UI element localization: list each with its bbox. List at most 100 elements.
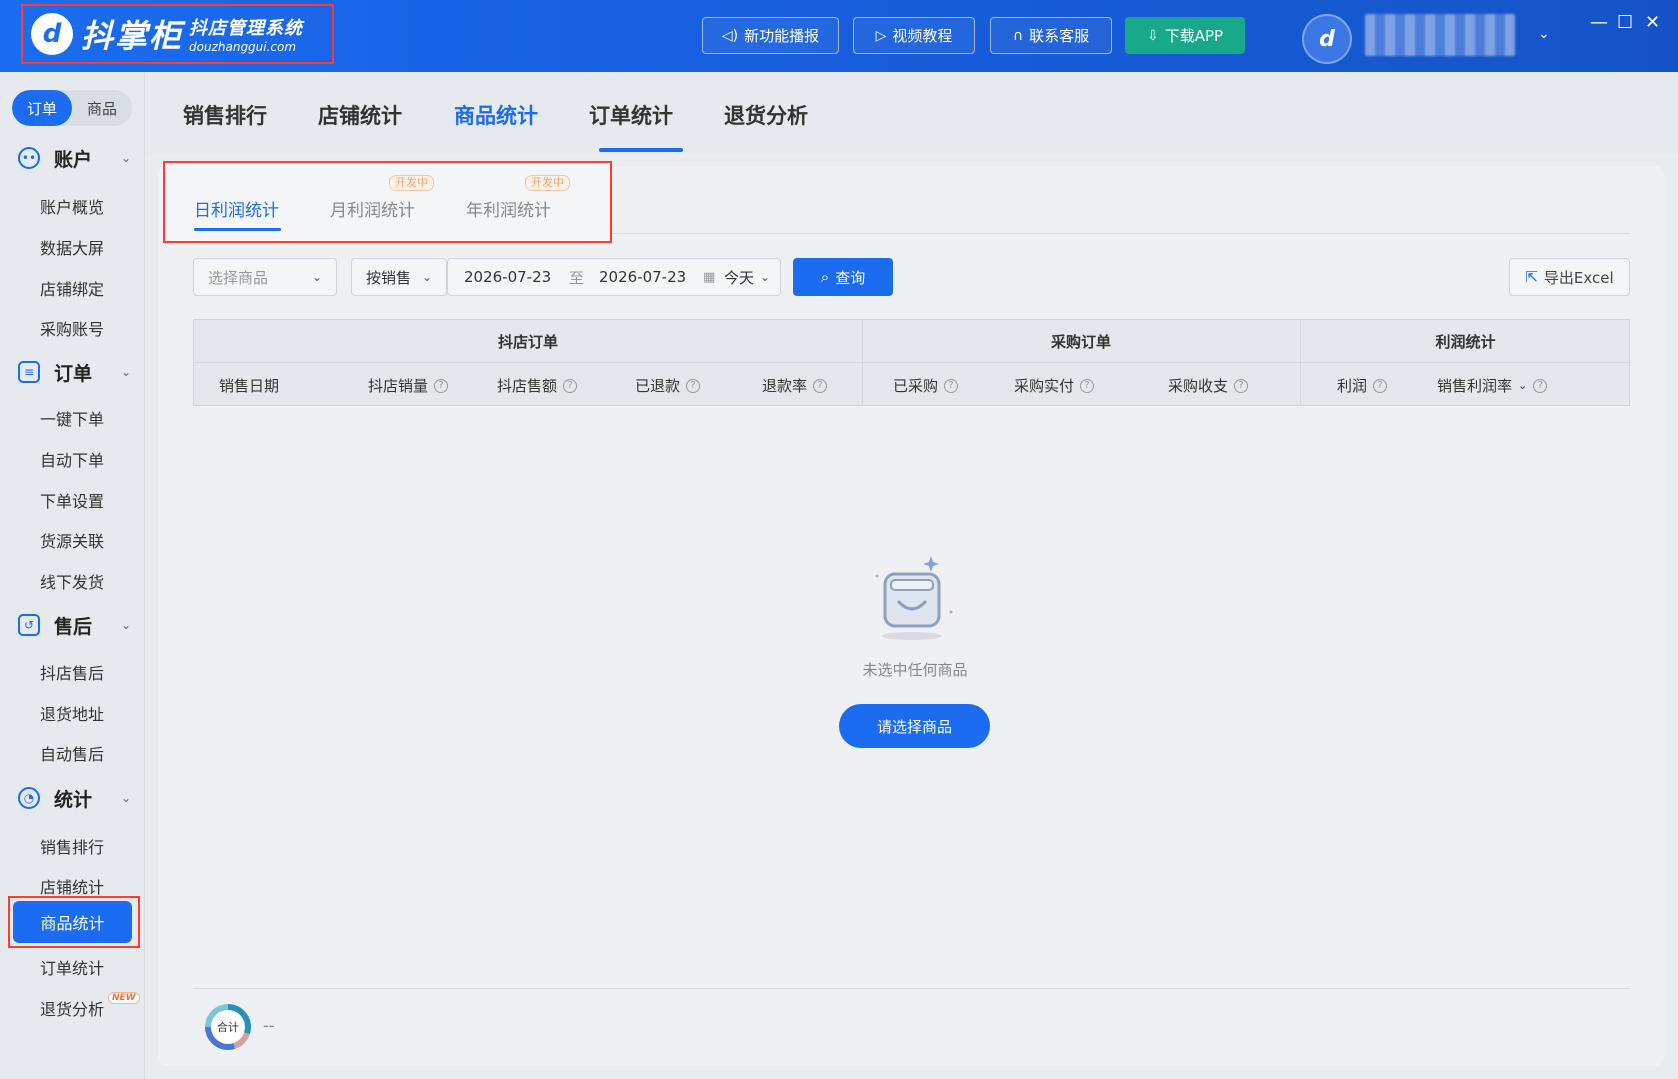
help-icon[interactable]: ? (1373, 378, 1388, 393)
logo-name: 抖掌柜 (81, 17, 184, 55)
mode-product-tab[interactable]: 商品 (72, 90, 132, 126)
minimize-icon[interactable]: — (1590, 12, 1608, 33)
sidebar-item-purchase-account[interactable]: 采购账号 (40, 316, 104, 340)
sidebar-item-offline-ship[interactable]: 线下发货 (40, 569, 104, 593)
sidebar-item-shop-aftersale[interactable]: 抖店售后 (40, 660, 104, 684)
tab-order-stats[interactable]: 订单统计 (589, 100, 673, 130)
chevron-down-icon[interactable]: ⌄ (1538, 26, 1550, 42)
col-shop-sales-amount[interactable]: 抖店售额? (497, 375, 578, 396)
col-profit[interactable]: 利润? (1337, 375, 1388, 396)
footer-divider (193, 988, 1630, 989)
account-icon: •• (18, 147, 40, 169)
sidebar-item-return-address[interactable]: 退货地址 (40, 701, 104, 725)
search-icon: ⌕ (820, 268, 830, 286)
col-shop-sales-qty[interactable]: 抖店销量? (368, 375, 449, 396)
help-icon[interactable]: ? (944, 378, 959, 393)
sidebar-item-source-link[interactable]: 货源关联 (40, 528, 104, 552)
sidebar-item-return-analysis[interactable]: 退货分析 (40, 996, 104, 1020)
sidebar-item-auto-aftersale[interactable]: 自动售后 (40, 741, 104, 765)
sidebar-item-data-screen[interactable]: 数据大屏 (40, 235, 104, 259)
col-profit-margin[interactable]: 销售利润率 ⌄? (1437, 375, 1548, 396)
query-label: 查询 (835, 268, 866, 287)
in-development-badge: 开发中 (525, 175, 570, 191)
subtab-yearly-profit[interactable]: 年利润统计 (466, 196, 551, 221)
sidebar-group-account[interactable]: •• 账户 ⌄ (0, 143, 145, 173)
help-icon[interactable]: ? (686, 378, 701, 393)
export-excel-button[interactable]: ⇱ 导出Excel (1509, 258, 1630, 296)
close-icon[interactable]: ✕ (1645, 12, 1660, 33)
sidebar-item-product-stats[interactable]: 商品统计 (13, 901, 132, 943)
sort-icon[interactable]: ⌄ (1518, 379, 1527, 392)
sidebar-item-order-settings[interactable]: 下单设置 (40, 488, 104, 512)
tab-shop-stats[interactable]: 店铺统计 (318, 100, 402, 130)
speaker-icon: ◁) (721, 27, 739, 44)
col-refund-rate[interactable]: 退款率? (762, 375, 828, 396)
help-icon[interactable]: ? (1234, 378, 1249, 393)
sidebar-item-auto-order[interactable]: 自动下单 (40, 447, 104, 471)
contact-support-button[interactable]: ∩ 联系客服 (990, 17, 1112, 54)
product-select-placeholder: 选择商品 (208, 268, 269, 287)
help-icon[interactable]: ? (813, 378, 828, 393)
help-icon[interactable]: ? (434, 378, 449, 393)
col-purchase-paid[interactable]: 采购实付? (1014, 375, 1095, 396)
sidebar-item-order-stats[interactable]: 订单统计 (40, 955, 104, 979)
mode-order-tab[interactable]: 订单 (12, 90, 72, 126)
maximize-icon[interactable]: ☐ (1617, 12, 1633, 33)
col-label: 抖店销量 (368, 377, 429, 395)
help-icon[interactable]: ? (563, 378, 578, 393)
new-features-button[interactable]: ◁) 新功能播报 (702, 17, 839, 54)
column-divider (1300, 320, 1301, 406)
video-tutorial-label: 视频教程 (892, 27, 953, 45)
tab-return-analysis[interactable]: 退货分析 (724, 100, 808, 130)
avatar[interactable]: d (1302, 14, 1352, 64)
sidebar-group-order[interactable]: ≡ 订单 ⌄ (0, 357, 145, 387)
col-purchased[interactable]: 已采购? (893, 375, 959, 396)
group-profit-stats: 利润统计 (1300, 320, 1631, 363)
sidebar-item-one-click-order[interactable]: 一键下单 (40, 406, 104, 430)
download-app-button[interactable]: ⇩ 下载APP (1125, 17, 1245, 54)
sidebar-item-sales-ranking[interactable]: 销售排行 (40, 834, 104, 858)
video-tutorial-button[interactable]: ▷ 视频教程 (853, 17, 975, 54)
sidebar-group-stats[interactable]: ◔ 统计 ⌄ (0, 783, 145, 813)
help-icon[interactable]: ? (1533, 378, 1548, 393)
date-separator: 至 (569, 268, 585, 287)
sidebar-group-aftersale[interactable]: ↺ 售后 ⌄ (0, 610, 145, 640)
video-icon: ▷ (875, 27, 887, 44)
col-label: 利润 (1337, 377, 1368, 395)
sidebar-item-shop-binding[interactable]: 店铺绑定 (40, 276, 104, 300)
total-label: 合计 (211, 1010, 245, 1044)
column-divider (862, 320, 863, 406)
subtab-divider (612, 233, 1630, 234)
date-range-picker[interactable]: 2026-07-23 至 2026-07-23 ▦ 今天 ⌄ (447, 258, 781, 296)
return-icon: ↺ (18, 614, 40, 636)
export-icon: ⇱ (1525, 268, 1538, 286)
sidebar-item-shop-stats[interactable]: 店铺统计 (40, 874, 104, 898)
user-info-blurred[interactable] (1365, 14, 1515, 56)
date-from[interactable]: 2026-07-23 (464, 268, 551, 286)
chevron-down-icon: ⌄ (120, 791, 131, 805)
tab-sales-ranking[interactable]: 销售排行 (183, 100, 267, 130)
download-app-label: 下载APP (1164, 27, 1224, 45)
col-refunded[interactable]: 已退款? (635, 375, 701, 396)
chevron-down-icon: ⌄ (120, 151, 131, 165)
total-donut-icon: 合计 (205, 1004, 251, 1050)
sidebar-group-label: 账户 (54, 148, 93, 171)
col-purchase-balance[interactable]: 采购收支? (1168, 375, 1249, 396)
select-product-button[interactable]: 请选择商品 (839, 704, 990, 748)
chevron-down-icon: ⌄ (311, 270, 322, 284)
pie-chart-icon: ◔ (18, 787, 40, 809)
tab-product-stats[interactable]: 商品统计 (454, 100, 538, 130)
sort-by-select[interactable]: 按销售 ⌄ (351, 258, 447, 296)
in-development-badge: 开发中 (389, 175, 434, 191)
subtab-daily-profit[interactable]: 日利润统计 (194, 196, 279, 221)
help-icon[interactable]: ? (1080, 378, 1095, 393)
sidebar-item-account-overview[interactable]: 账户概览 (40, 194, 104, 218)
date-range-preset[interactable]: 今天 (724, 267, 754, 288)
subtab-monthly-profit[interactable]: 月利润统计 (330, 196, 415, 221)
group-shop-orders: 抖店订单 (194, 320, 862, 363)
date-to[interactable]: 2026-07-23 (599, 268, 686, 286)
product-select[interactable]: 选择商品 ⌄ (193, 258, 337, 296)
col-sale-date[interactable]: 销售日期 (219, 375, 279, 396)
query-button[interactable]: ⌕ 查询 (793, 258, 893, 296)
download-icon: ⇩ (1146, 27, 1159, 44)
